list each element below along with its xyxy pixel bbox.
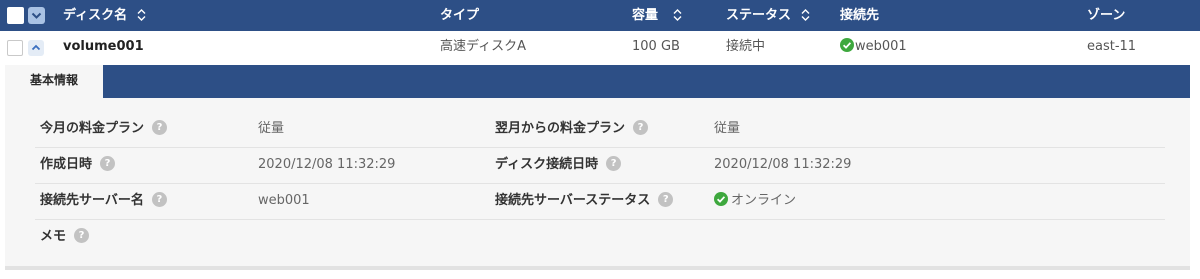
column-header-status[interactable]: ステータス [726,0,810,31]
column-header-connection: 接続先 [840,8,880,23]
disk-connected-label: ディスク接続日時? [495,148,622,182]
collapse-row-button[interactable] [28,40,44,56]
help-icon[interactable]: ? [633,119,649,135]
select-all-checkbox[interactable] [7,7,24,24]
server-name-label: 接続先サーバー名? [40,184,167,218]
help-icon[interactable]: ? [606,155,622,171]
table-header: ディスク名 タイプ 容量 ステータス 接続先 ゾーン [0,0,1200,31]
column-header-capacity[interactable]: 容量 [632,0,682,31]
connection-cell: web001 [840,31,907,65]
column-header-type: タイプ [440,8,480,23]
expand-all-button[interactable] [28,7,45,24]
info-row-memo: メモ? [35,220,1165,256]
help-icon[interactable]: ? [152,119,168,135]
table-row[interactable]: volume001 高速ディスクA 100 GB 接続中 web001 east… [0,31,1200,65]
disk-name-cell: volume001 [63,39,144,54]
server-status-value: オンライン [714,184,796,218]
check-circle-icon [714,192,728,206]
help-icon[interactable]: ? [151,191,167,207]
help-icon[interactable]: ? [658,191,674,207]
next-plan-label: 翌月からの料金プラン? [495,112,649,146]
status-cell: 接続中 [726,39,766,54]
check-circle-icon [840,38,854,52]
detail-panel: 基本情報 今月の料金プラン? 従量 翌月からの料金プラン? 従量 作成日時? 2… [5,65,1190,270]
sort-updown-icon[interactable] [137,8,146,21]
next-plan-value: 従量 [714,121,741,136]
tab-basic-info[interactable]: 基本情報 [5,65,103,98]
column-header-zone: ゾーン [1087,8,1126,23]
sort-updown-icon[interactable] [673,8,682,21]
disk-connected-value: 2020/12/08 11:32:29 [714,157,852,172]
capacity-cell: 100 GB [632,39,680,54]
detail-tab-bar: 基本情報 [5,65,1190,98]
row-checkbox[interactable] [7,40,23,56]
chevron-down-icon [31,12,42,19]
server-name-value: web001 [258,193,310,208]
monthly-plan-value: 従量 [258,121,285,136]
help-icon[interactable]: ? [74,227,90,243]
sort-updown-icon[interactable] [801,8,810,21]
connection-server-link[interactable]: web001 [855,39,907,54]
info-row-dates: 作成日時? 2020/12/08 11:32:29 ディスク接続日時? 2020… [35,148,1165,184]
zone-cell: east-11 [1087,39,1137,54]
disk-type-cell: 高速ディスクA [440,39,526,54]
server-status-label: 接続先サーバーステータス? [495,184,674,218]
info-row-server: 接続先サーバー名? web001 接続先サーバーステータス? オンライン [35,184,1165,220]
info-row-plan: 今月の料金プラン? 従量 翌月からの料金プラン? 従量 [35,112,1165,148]
created-value: 2020/12/08 11:32:29 [258,157,396,172]
chevron-up-icon [31,44,41,51]
created-label: 作成日時? [40,148,116,182]
memo-label: メモ? [40,220,90,254]
monthly-plan-label: 今月の料金プラン? [40,112,168,146]
help-icon[interactable]: ? [100,155,116,171]
column-header-disk-name[interactable]: ディスク名 [63,0,146,31]
